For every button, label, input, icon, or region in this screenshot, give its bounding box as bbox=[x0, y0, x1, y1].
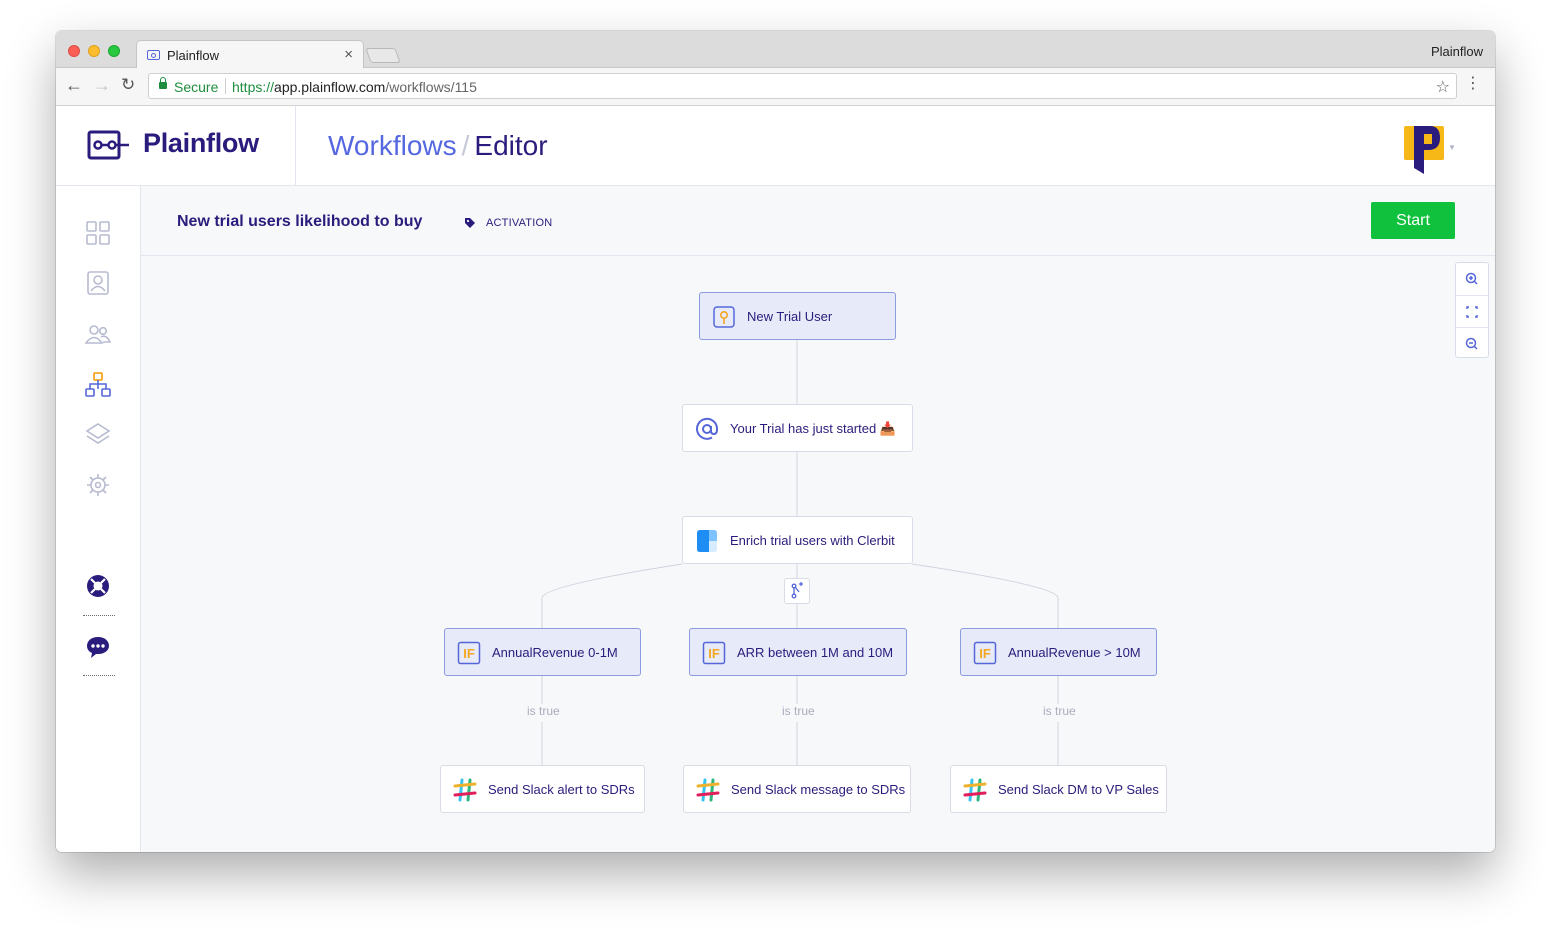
browser-tab[interactable]: Plainflow × bbox=[136, 40, 364, 69]
sidebar bbox=[56, 186, 141, 852]
fit-screen-button[interactable] bbox=[1456, 295, 1488, 327]
back-arrow-icon[interactable]: ← bbox=[65, 75, 83, 95]
action-node[interactable]: Send Slack alert to SDRs bbox=[440, 765, 645, 813]
sidebar-divider bbox=[83, 615, 115, 616]
action-node[interactable]: Send Slack message to SDRs bbox=[683, 765, 911, 813]
browser-toolbar: ← → ↻ Secure https://app.plainflow.com/w… bbox=[56, 68, 1495, 106]
favicon-icon bbox=[147, 50, 160, 60]
browser-menu-icon[interactable]: ⋮ bbox=[1465, 76, 1481, 92]
app-header: Plainflow Workflows / Editor ▼ bbox=[56, 106, 1495, 186]
dashboard-icon[interactable] bbox=[85, 220, 111, 246]
user-profile-icon[interactable] bbox=[85, 270, 111, 296]
layers-icon[interactable] bbox=[85, 422, 111, 448]
fit-screen-icon bbox=[1466, 306, 1478, 318]
tab-title: Plainflow bbox=[167, 48, 220, 63]
email-node[interactable]: Your Trial has just started 📥 bbox=[682, 404, 913, 452]
account-logo-icon[interactable] bbox=[1404, 124, 1444, 174]
address-separator bbox=[225, 78, 226, 94]
if-icon-text: IF bbox=[708, 646, 720, 661]
condition-node[interactable]: IF AnnualRevenue > 10M bbox=[960, 628, 1157, 676]
workflow-header: New trial users likelihood to buy ACTIVA… bbox=[141, 186, 1495, 256]
branch-icon bbox=[791, 582, 803, 599]
enrich-node[interactable]: Enrich trial users with Clerbit bbox=[682, 516, 913, 564]
browser-window: Plainflow × Plainflow ← → ↻ Secure https… bbox=[56, 31, 1495, 852]
breadcrumb-workflows-link[interactable]: Workflows bbox=[328, 130, 457, 161]
bookmark-star-icon[interactable]: ☆ bbox=[1436, 77, 1450, 97]
condition-node[interactable]: IF ARR between 1M and 10M bbox=[689, 628, 907, 676]
workflow-title[interactable]: New trial users likelihood to buy bbox=[177, 213, 422, 231]
account-dropdown-icon[interactable]: ▼ bbox=[1448, 143, 1456, 152]
tag-label: ACTIVATION bbox=[486, 217, 553, 229]
brand[interactable]: Plainflow bbox=[56, 106, 296, 185]
forward-arrow-icon[interactable]: → bbox=[93, 75, 111, 95]
node-label: ARR between 1M and 10M bbox=[737, 645, 894, 660]
if-icon: IF bbox=[973, 641, 997, 665]
if-icon: IF bbox=[457, 641, 481, 665]
at-sign-icon bbox=[696, 417, 719, 440]
if-icon: IF bbox=[702, 641, 726, 665]
action-node[interactable]: Send Slack DM to VP Sales bbox=[950, 765, 1167, 813]
breadcrumb-separator: / bbox=[461, 130, 470, 161]
new-tab-button[interactable] bbox=[365, 48, 401, 63]
minimize-window-button[interactable] bbox=[88, 45, 100, 57]
trigger-node[interactable]: New Trial User bbox=[699, 292, 896, 340]
url-path: /workflows/115 bbox=[385, 79, 477, 95]
title-bar: Plainflow × Plainflow bbox=[56, 31, 1495, 69]
zoom-in-icon bbox=[1465, 272, 1478, 285]
sidebar-divider bbox=[83, 675, 115, 676]
breadcrumb-current: Editor bbox=[474, 130, 548, 161]
chat-icon[interactable] bbox=[85, 634, 111, 660]
node-label: Send Slack message to SDRs bbox=[731, 782, 906, 797]
start-button[interactable]: Start bbox=[1371, 202, 1455, 239]
close-window-button[interactable] bbox=[68, 45, 80, 57]
zoom-out-icon bbox=[1465, 337, 1478, 350]
node-label: Enrich trial users with Clerbit bbox=[730, 533, 895, 548]
settings-gear-icon[interactable] bbox=[85, 472, 111, 498]
reload-icon[interactable]: ↻ bbox=[121, 75, 135, 95]
secure-label: Secure bbox=[174, 79, 219, 95]
help-lifebuoy-icon[interactable] bbox=[85, 573, 111, 599]
url-text[interactable]: https://app.plainflow.com/workflows/115 bbox=[232, 79, 477, 95]
tab-close-icon[interactable]: × bbox=[344, 46, 353, 63]
slack-icon bbox=[453, 778, 477, 802]
zoom-in-button[interactable] bbox=[1456, 263, 1488, 295]
workflows-icon[interactable] bbox=[85, 372, 111, 398]
node-label: New Trial User bbox=[747, 309, 833, 324]
lock-icon bbox=[159, 77, 167, 89]
zoom-controls bbox=[1455, 262, 1489, 358]
if-icon-text: IF bbox=[463, 646, 475, 661]
url-scheme: https:// bbox=[232, 79, 275, 95]
brand-name: Plainflow bbox=[143, 128, 259, 158]
node-label: AnnualRevenue > 10M bbox=[1008, 645, 1141, 660]
maximize-window-button[interactable] bbox=[108, 45, 120, 57]
people-icon[interactable] bbox=[85, 322, 111, 348]
browser-profile-name[interactable]: Plainflow bbox=[1431, 44, 1483, 59]
if-icon-text: IF bbox=[979, 646, 991, 661]
address-bar[interactable]: Secure https://app.plainflow.com/workflo… bbox=[148, 73, 1457, 99]
workflow-canvas[interactable]: New Trial User Your Trial has just start… bbox=[141, 256, 1495, 852]
add-branch-button[interactable] bbox=[784, 578, 810, 604]
node-label: Send Slack alert to SDRs bbox=[488, 782, 635, 797]
edge-label-is-true: is true bbox=[782, 704, 815, 718]
node-label: Send Slack DM to VP Sales bbox=[998, 782, 1159, 797]
node-label: AnnualRevenue 0-1M bbox=[492, 645, 618, 660]
breadcrumb: Workflows / Editor bbox=[328, 130, 548, 162]
slack-icon bbox=[696, 778, 720, 802]
edge-label-is-true: is true bbox=[1043, 704, 1076, 718]
url-host: app.plainflow.com bbox=[274, 79, 386, 95]
clearbit-icon bbox=[697, 530, 717, 552]
plainflow-logo-icon bbox=[87, 130, 129, 160]
key-icon bbox=[713, 306, 735, 328]
node-label: Your Trial has just started 📥 bbox=[730, 421, 897, 436]
slack-icon bbox=[963, 778, 987, 802]
zoom-out-button[interactable] bbox=[1456, 327, 1488, 359]
edge-label-is-true: is true bbox=[527, 704, 560, 718]
tag-icon bbox=[465, 218, 475, 228]
condition-node[interactable]: IF AnnualRevenue 0-1M bbox=[444, 628, 641, 676]
